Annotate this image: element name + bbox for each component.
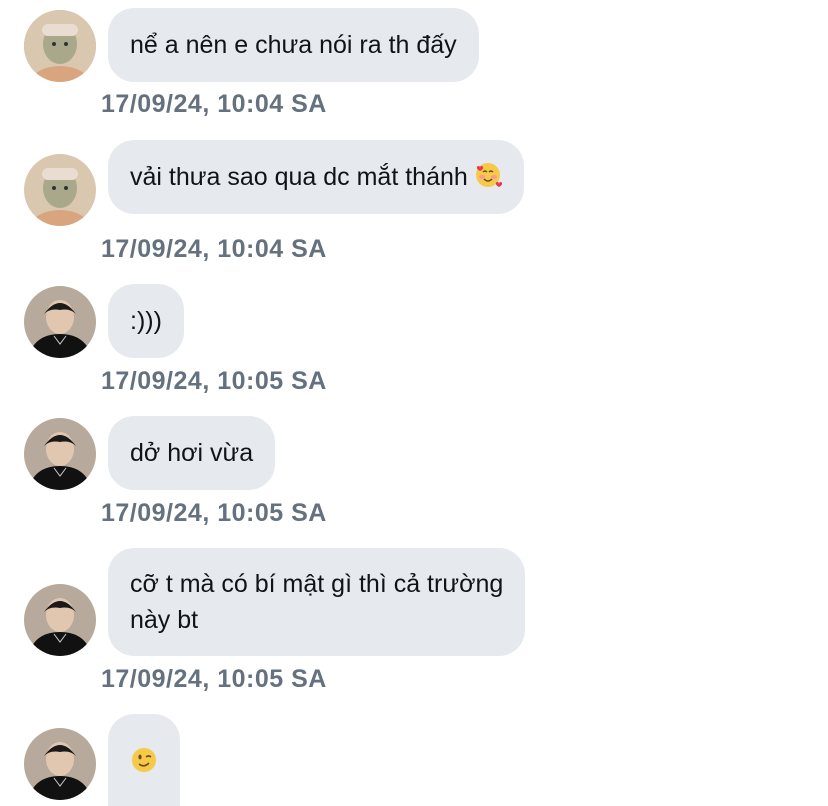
message-text-line: cỡ t mà có bí mật gì thì cả trường — [130, 570, 504, 598]
avatar[interactable] — [24, 418, 96, 490]
message-bubble[interactable] — [108, 714, 180, 806]
smiling-face-with-hearts-icon — [474, 161, 502, 189]
avatar[interactable] — [24, 584, 96, 656]
avatar-image — [24, 10, 96, 82]
message-text: nể a nên e chưa nói ra th đấy — [130, 31, 457, 59]
message-timestamp: 17/09/24, 10:05 SA — [101, 499, 327, 527]
message-bubble[interactable]: :))) — [108, 284, 184, 358]
message-text: dở hơi vừa — [130, 439, 254, 467]
message-timestamp: 17/09/24, 10:04 SA — [101, 235, 327, 263]
avatar-image — [24, 286, 96, 358]
message-bubble[interactable]: cỡ t mà có bí mật gì thì cả trường này b… — [108, 548, 526, 656]
message-timestamp: 17/09/24, 10:05 SA — [101, 367, 327, 395]
message-bubble[interactable]: nể a nên e chưa nói ra th đấy — [108, 8, 479, 82]
avatar[interactable] — [24, 286, 96, 358]
avatar-image — [24, 154, 96, 226]
message-timestamp: 17/09/24, 10:04 SA — [101, 90, 327, 118]
avatar[interactable] — [24, 10, 96, 82]
avatar-image — [24, 584, 96, 656]
message-bubble[interactable]: dở hơi vừa — [108, 416, 276, 490]
avatar[interactable] — [24, 154, 96, 226]
message-text: vải thưa sao qua dc mắt thánh — [130, 163, 468, 191]
avatar[interactable] — [24, 728, 96, 800]
message-bubble[interactable]: vải thưa sao qua dc mắt thánh — [108, 140, 524, 214]
message-text-line: này bt — [130, 606, 199, 634]
avatar-image — [24, 418, 96, 490]
message-timestamp: 17/09/24, 10:05 SA — [101, 665, 327, 693]
winking-face-icon — [130, 746, 158, 774]
message-text: :))) — [130, 307, 162, 335]
chat-thread: nể a nên e chưa nói ra th đấy 17/09/24, … — [0, 0, 828, 806]
avatar-image — [24, 728, 96, 800]
